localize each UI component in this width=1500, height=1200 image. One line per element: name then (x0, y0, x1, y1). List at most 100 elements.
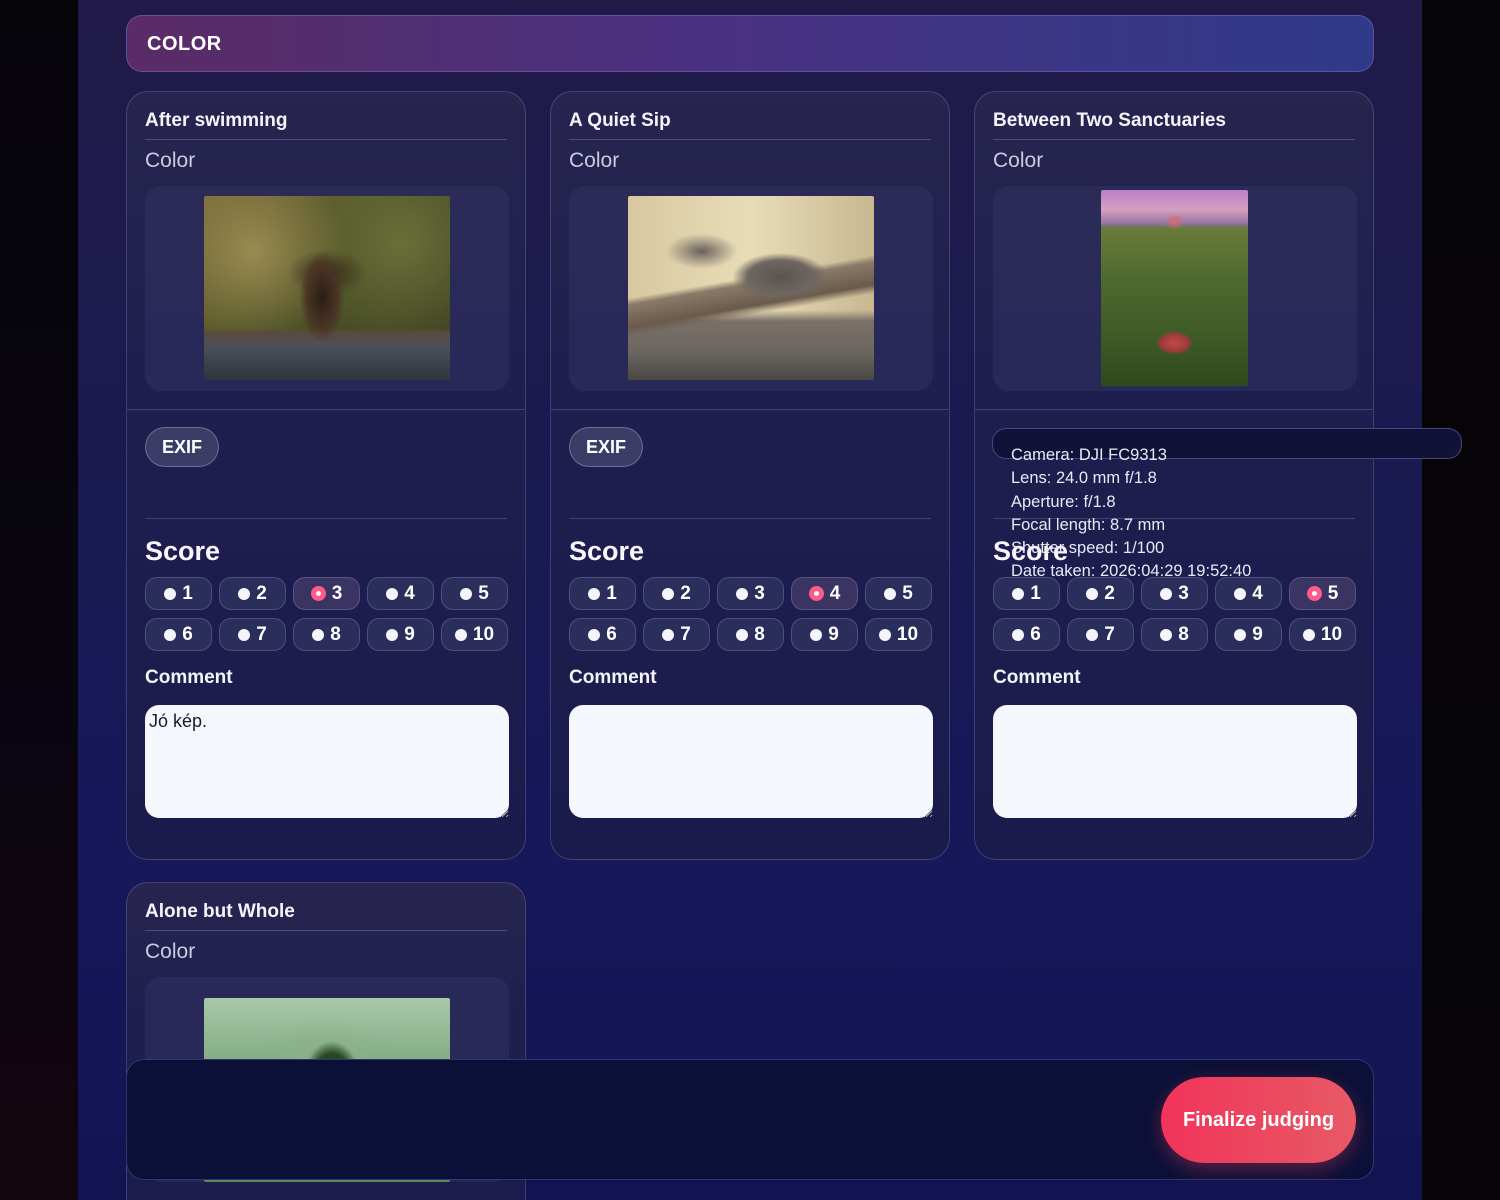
score-option-7[interactable]: 7 (643, 618, 710, 651)
radio-icon (736, 587, 749, 600)
radio-icon (1302, 628, 1315, 641)
score-option-5[interactable]: 5 (441, 577, 508, 610)
score-option-1[interactable]: 1 (145, 577, 212, 610)
radio-icon (878, 628, 891, 641)
divider (569, 518, 931, 519)
score-option-4[interactable]: 4 (367, 577, 434, 610)
comment-label: Comment (993, 667, 1081, 688)
score-options: 1 2 3 4 5 6 7 8 9 10 (993, 577, 1357, 651)
finalize-judging-button[interactable]: Finalize judging (1161, 1077, 1356, 1163)
radio-checked-icon (1306, 586, 1322, 601)
divider (145, 518, 507, 519)
score-heading: Score (569, 536, 645, 566)
divider (127, 409, 525, 410)
exif-aperture: Aperture: f/1.8 (1011, 492, 1116, 511)
exif-focal-length: Focal length: 8.7 mm (1011, 515, 1166, 534)
score-option-9[interactable]: 9 (791, 618, 858, 651)
score-options: 1 2 3 4 5 6 7 8 9 10 (569, 577, 933, 651)
radio-icon (312, 628, 325, 641)
entry-title: After swimming (145, 110, 288, 131)
score-option-6[interactable]: 6 (569, 618, 636, 651)
score-options: 1 2 3 4 5 6 7 8 9 10 (145, 577, 509, 651)
entry-category: Color (145, 940, 196, 963)
radio-icon (1160, 628, 1173, 641)
radio-icon (164, 587, 177, 600)
score-option-10[interactable]: 10 (1289, 618, 1356, 651)
score-option-10[interactable]: 10 (865, 618, 932, 651)
photo-frame (145, 186, 509, 391)
radio-icon (662, 628, 675, 641)
comment-field[interactable] (993, 705, 1357, 818)
radio-checked-icon (808, 586, 824, 601)
radio-icon (1086, 628, 1099, 641)
score-option-9[interactable]: 9 (367, 618, 434, 651)
radio-icon (884, 587, 897, 600)
exif-details: Camera: DJI FC9313 Lens: 24.0 mm f/1.8 A… (1011, 444, 1251, 584)
exif-camera: Camera: DJI FC9313 (1011, 446, 1167, 464)
exif-button[interactable]: EXIF (145, 427, 220, 467)
radio-icon (386, 628, 399, 641)
exif-button[interactable]: EXIF (569, 427, 644, 467)
score-heading: Score (145, 536, 221, 566)
radio-icon (238, 628, 251, 641)
radio-checked-icon (310, 586, 326, 601)
squirrel-drinking-photo[interactable] (628, 196, 874, 380)
radio-icon (164, 628, 177, 641)
entry-title: Between Two Sanctuaries (993, 110, 1226, 131)
photo-frame (993, 186, 1357, 391)
divider (551, 409, 949, 410)
entry-category: Color (993, 149, 1044, 172)
category-header: COLOR (126, 15, 1374, 72)
score-option-5[interactable]: 5 (865, 577, 932, 610)
exif-shutter-speed: Shutter speed: 1/100 (1011, 539, 1165, 558)
score-option-9[interactable]: 9 (1215, 618, 1282, 651)
radio-icon (810, 628, 823, 641)
score-option-4[interactable]: 4 (791, 577, 858, 610)
radio-icon (588, 587, 601, 600)
radio-icon (1234, 587, 1247, 600)
photo-frame (569, 186, 933, 391)
radio-icon (460, 587, 473, 600)
entry-category: Color (145, 149, 196, 172)
divider (975, 409, 1373, 410)
comment-label: Comment (145, 667, 233, 688)
divider (145, 139, 507, 140)
radio-icon (1012, 587, 1025, 600)
score-option-1[interactable]: 1 (569, 577, 636, 610)
entry-title: Alone but Whole (145, 901, 295, 922)
radio-icon (588, 628, 601, 641)
score-option-2[interactable]: 2 (219, 577, 286, 610)
bird-bathing-photo[interactable] (204, 196, 450, 380)
score-option-8[interactable]: 8 (293, 618, 360, 651)
radio-icon (238, 587, 251, 600)
comment-field[interactable] (569, 705, 933, 818)
score-option-8[interactable]: 8 (1141, 618, 1208, 651)
score-option-6[interactable]: 6 (145, 618, 212, 651)
score-option-10[interactable]: 10 (441, 618, 508, 651)
score-option-3[interactable]: 3 (717, 577, 784, 610)
entry-card: After swimming Color EXIF Score 1 2 3 4 … (126, 91, 526, 860)
comment-label: Comment (569, 667, 657, 688)
aerial-hill-sanctuaries-photo[interactable] (1101, 190, 1248, 386)
score-option-7[interactable]: 7 (219, 618, 286, 651)
exif-lens: Lens: 24.0 mm f/1.8 (1011, 469, 1157, 488)
left-backdrop (0, 0, 78, 1200)
divider (569, 139, 931, 140)
divider (993, 139, 1355, 140)
score-option-3[interactable]: 3 (293, 577, 360, 610)
exif-date-taken: Date taken: 2026:04:29 19:52:40 (1011, 562, 1252, 581)
score-option-2[interactable]: 2 (643, 577, 710, 610)
score-option-6[interactable]: 6 (993, 618, 1060, 651)
radio-icon (454, 628, 467, 641)
entry-card: A Quiet Sip Color EXIF Score 1 2 3 4 5 6… (550, 91, 950, 860)
radio-icon (386, 587, 399, 600)
radio-icon (736, 628, 749, 641)
divider (145, 930, 507, 931)
radio-icon (1234, 628, 1247, 641)
score-option-5[interactable]: 5 (1289, 577, 1356, 610)
score-option-8[interactable]: 8 (717, 618, 784, 651)
score-option-7[interactable]: 7 (1067, 618, 1134, 651)
right-backdrop (1422, 0, 1500, 1200)
radio-icon (662, 587, 675, 600)
comment-field[interactable] (145, 705, 509, 818)
